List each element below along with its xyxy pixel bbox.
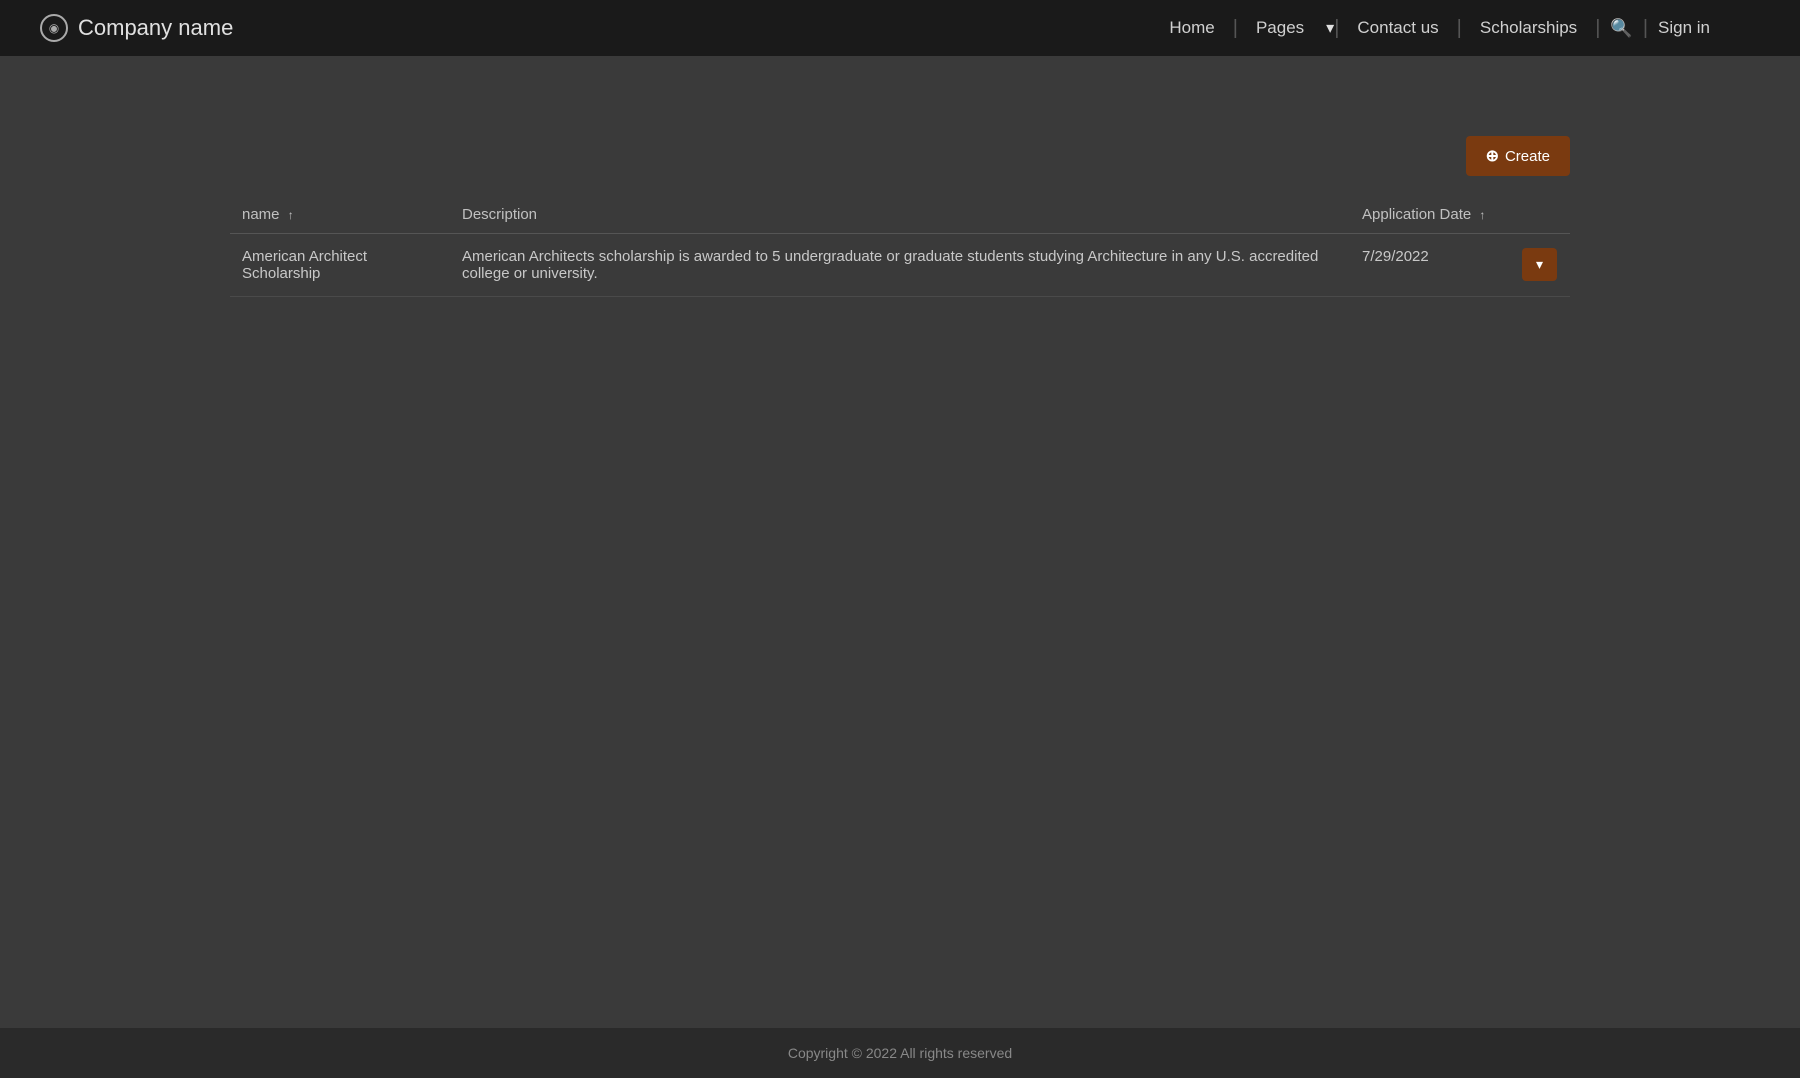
col-name-label: name (242, 206, 280, 223)
scholarship-description: American Architects scholarship is award… (450, 234, 1350, 297)
table-header: name ↑ Description Application Date ↑ (230, 196, 1570, 234)
col-date-label: Application Date (1362, 206, 1471, 223)
nav-signin[interactable]: Sign in (1648, 18, 1720, 38)
scholarship-action-button[interactable]: ▾ (1522, 248, 1557, 281)
scholarship-date: 7/29/2022 (1350, 234, 1510, 297)
nav-pages-dropdown[interactable]: Pages ▾ (1238, 18, 1334, 38)
col-header-description: Description (450, 196, 1350, 234)
nav-links: Home | Pages ▾ | Contact us | Scholarshi… (1151, 17, 1720, 40)
table-body: American Architect ScholarshipAmerican A… (230, 234, 1570, 297)
chevron-down-icon: ▾ (1326, 18, 1334, 38)
nav-scholarships[interactable]: Scholarships (1462, 18, 1595, 38)
scholarship-action-cell: ▾ (1510, 234, 1570, 297)
col-header-name[interactable]: name ↑ (230, 196, 450, 234)
copyright-text: Copyright © 2022 All rights reserved (788, 1045, 1012, 1061)
create-button[interactable]: ⊕ Create (1466, 136, 1570, 176)
brand-name: Company name (78, 15, 233, 41)
brand-icon: ◉ (40, 14, 68, 42)
scholarship-name[interactable]: American Architect Scholarship (230, 234, 450, 297)
main-content: ⊕ Create name ↑ Description Application … (0, 56, 1800, 1028)
col-header-date[interactable]: Application Date ↑ (1350, 196, 1510, 234)
table-row: American Architect ScholarshipAmerican A… (230, 234, 1570, 297)
search-icon[interactable]: 🔍 (1600, 18, 1642, 39)
sort-date-icon: ↑ (1479, 208, 1485, 222)
scholarships-table: name ↑ Description Application Date ↑ Am… (230, 196, 1570, 297)
brand-logo[interactable]: ◉ Company name (40, 14, 233, 42)
create-label: Create (1505, 148, 1550, 165)
navbar: ◉ Company name Home | Pages ▾ | Contact … (0, 0, 1800, 56)
footer: Copyright © 2022 All rights reserved (0, 1028, 1800, 1078)
nav-home[interactable]: Home (1151, 18, 1232, 38)
col-header-action (1510, 196, 1570, 234)
sort-name-icon: ↑ (288, 208, 294, 222)
nav-pages-label[interactable]: Pages (1238, 18, 1322, 38)
nav-contact[interactable]: Contact us (1339, 18, 1456, 38)
plus-icon: ⊕ (1486, 146, 1499, 166)
col-desc-label: Description (462, 206, 537, 223)
